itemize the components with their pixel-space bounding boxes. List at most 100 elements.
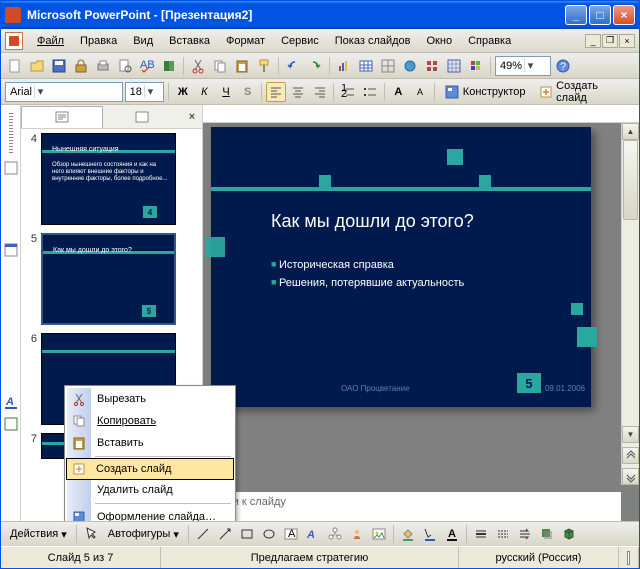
- wordart-icon[interactable]: A: [303, 524, 323, 544]
- print-preview-icon[interactable]: [115, 56, 135, 76]
- oval-icon[interactable]: [259, 524, 279, 544]
- scroll-up-icon[interactable]: ▲: [622, 123, 639, 140]
- document-icon[interactable]: [5, 32, 23, 50]
- grid-icon[interactable]: [422, 56, 442, 76]
- font-size-combo[interactable]: 18▾: [125, 82, 164, 102]
- mdi-close[interactable]: ×: [619, 34, 635, 48]
- ctx-cut[interactable]: Вырезать: [67, 388, 233, 410]
- tables-borders-icon[interactable]: [378, 56, 398, 76]
- ctx-new-slide[interactable]: Создать слайд: [66, 458, 234, 480]
- bold-icon[interactable]: Ж: [173, 82, 193, 102]
- align-left-icon[interactable]: [266, 82, 286, 102]
- format-painter-icon[interactable]: [254, 56, 274, 76]
- menu-view[interactable]: Вид: [125, 33, 161, 49]
- ctx-design[interactable]: Оформление слайда…: [67, 506, 233, 521]
- font-color-side-icon[interactable]: A: [2, 393, 20, 411]
- slide-title[interactable]: Как мы дошли до этого?: [271, 211, 474, 232]
- diagram-icon[interactable]: [325, 524, 345, 544]
- scroll-thumb[interactable]: [623, 140, 638, 220]
- chart-icon[interactable]: [334, 56, 354, 76]
- hyperlink-icon[interactable]: [400, 56, 420, 76]
- paste-icon[interactable]: [232, 56, 252, 76]
- menu-slideshow[interactable]: Показ слайдов: [327, 33, 419, 49]
- chevron-down-icon[interactable]: ▾: [524, 59, 536, 72]
- undo-icon[interactable]: [283, 56, 303, 76]
- research-icon[interactable]: [159, 56, 179, 76]
- select-icon[interactable]: [81, 524, 101, 544]
- menu-insert[interactable]: Вставка: [161, 33, 218, 49]
- permissions-icon[interactable]: [71, 56, 91, 76]
- ctx-copy[interactable]: Копировать: [67, 410, 233, 432]
- decrease-font-icon[interactable]: A: [410, 82, 430, 102]
- task-pane-icon[interactable]: [2, 241, 20, 259]
- maximize-button[interactable]: □: [589, 5, 611, 25]
- vertical-scrollbar[interactable]: ▲ ▼: [621, 123, 639, 485]
- dash-style-icon[interactable]: [493, 524, 513, 544]
- chevron-down-icon[interactable]: ▾: [34, 85, 46, 98]
- tab-outline[interactable]: [103, 106, 183, 128]
- close-button[interactable]: ×: [613, 5, 635, 25]
- clipart-icon[interactable]: [347, 524, 367, 544]
- next-slide-icon[interactable]: [622, 468, 639, 485]
- ctx-delete-slide[interactable]: Удалить слайд: [67, 479, 233, 501]
- notes-pane[interactable]: ртки к слайду: [211, 491, 621, 521]
- prev-slide-icon[interactable]: [622, 447, 639, 464]
- rectangle-icon[interactable]: [237, 524, 257, 544]
- fill-color-icon[interactable]: [398, 524, 418, 544]
- spellcheck-icon[interactable]: ABC: [137, 56, 157, 76]
- close-panel-icon[interactable]: ×: [182, 111, 202, 123]
- menu-tools[interactable]: Сервис: [273, 33, 327, 49]
- increase-font-icon[interactable]: A: [389, 82, 409, 102]
- chevron-down-icon[interactable]: ▾: [144, 85, 156, 98]
- table-icon[interactable]: [356, 56, 376, 76]
- ctx-paste[interactable]: Вставить: [67, 432, 233, 454]
- picture-icon[interactable]: [369, 524, 389, 544]
- status-ext-icon[interactable]: [619, 547, 639, 568]
- slide-body[interactable]: Историческая справка Решения, потерявшие…: [271, 257, 464, 292]
- line-icon[interactable]: [193, 524, 213, 544]
- designer-button[interactable]: Конструктор: [439, 82, 531, 102]
- line-color-icon[interactable]: [420, 524, 440, 544]
- shadow-style-icon[interactable]: [537, 524, 557, 544]
- show-grid-icon[interactable]: [444, 56, 464, 76]
- textbox-icon[interactable]: A: [281, 524, 301, 544]
- font-color-icon[interactable]: A: [442, 524, 462, 544]
- menu-format[interactable]: Формат: [218, 33, 273, 49]
- mdi-minimize[interactable]: _: [585, 34, 601, 48]
- menu-edit[interactable]: Правка: [72, 33, 125, 49]
- redo-icon[interactable]: [305, 56, 325, 76]
- color-icon[interactable]: [466, 56, 486, 76]
- copy-icon[interactable]: [210, 56, 230, 76]
- status-language[interactable]: русский (Россия): [459, 547, 619, 568]
- font-name-combo[interactable]: Arial▾: [5, 82, 123, 102]
- autoshapes-button[interactable]: Автофигуры ▾: [103, 524, 184, 544]
- open-icon[interactable]: [27, 56, 47, 76]
- scroll-down-icon[interactable]: ▼: [622, 426, 639, 443]
- new-slide-button[interactable]: Создать слайд: [533, 82, 636, 102]
- menu-window[interactable]: Окно: [419, 33, 461, 49]
- menu-file[interactable]: Файл: [29, 33, 72, 49]
- italic-icon[interactable]: К: [195, 82, 215, 102]
- actions-button[interactable]: Действия ▾: [5, 524, 72, 544]
- line-style-icon[interactable]: [471, 524, 491, 544]
- thumbnail-item[interactable]: 4 Нынешняя ситуация Обзор нынешнего сост…: [25, 133, 198, 225]
- save-icon[interactable]: [49, 56, 69, 76]
- help-icon[interactable]: ?: [553, 56, 573, 76]
- align-right-icon[interactable]: [310, 82, 330, 102]
- highlight-side-icon[interactable]: [2, 415, 20, 433]
- mdi-restore[interactable]: ❐: [602, 34, 618, 48]
- new-file-icon[interactable]: [5, 56, 25, 76]
- print-icon[interactable]: [93, 56, 113, 76]
- arrow-icon[interactable]: [215, 524, 235, 544]
- minimize-button[interactable]: _: [565, 5, 587, 25]
- bullet-list-icon[interactable]: [360, 82, 380, 102]
- thumbnail-item[interactable]: 5 Как мы дошли до этого? 5: [25, 233, 198, 325]
- underline-icon[interactable]: Ч: [216, 82, 236, 102]
- menu-help[interactable]: Справка: [460, 33, 519, 49]
- shadow-icon[interactable]: S: [238, 82, 258, 102]
- outline-view-icon[interactable]: [2, 159, 20, 177]
- align-center-icon[interactable]: [288, 82, 308, 102]
- current-slide[interactable]: Как мы дошли до этого? Историческая спра…: [211, 127, 591, 407]
- zoom-combo[interactable]: 49%▾: [495, 56, 551, 76]
- arrow-style-icon[interactable]: [515, 524, 535, 544]
